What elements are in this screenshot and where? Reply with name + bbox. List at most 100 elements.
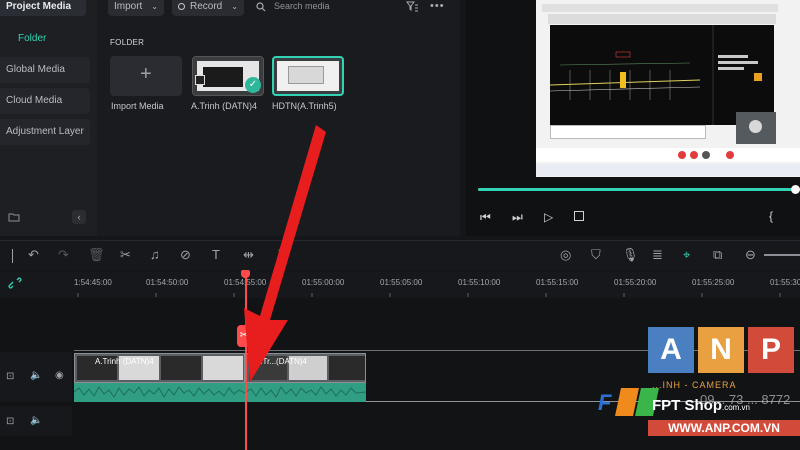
folder-section-label: FOLDER xyxy=(110,38,145,47)
window-titlebar xyxy=(542,4,778,12)
media-caption-atrinh-datn4: A.Trinh (DATN)4 xyxy=(191,101,258,111)
playback-scrubber-handle[interactable] xyxy=(791,185,800,194)
render-icon[interactable]: ◎ xyxy=(560,247,571,263)
text-icon[interactable]: T xyxy=(212,247,220,262)
play-icon[interactable]: ▷ xyxy=(544,210,553,224)
annotation-arrow xyxy=(244,125,326,382)
end-call-icon xyxy=(726,151,734,159)
sidebar-item-global-media[interactable]: Global Media xyxy=(0,57,90,83)
ruler-tick-label: 01:54:50:00 xyxy=(146,278,189,287)
logo-letter-p: P xyxy=(748,327,794,373)
split-scissors-icon[interactable]: ✂ xyxy=(120,247,131,263)
zoom-out-icon[interactable]: ⊖ xyxy=(745,247,756,263)
track-lock-icon[interactable]: ⊡ xyxy=(6,416,14,427)
video-clip-icon xyxy=(195,75,205,85)
collapse-sidebar-button[interactable]: ‹ xyxy=(72,210,86,224)
sidebar-item-adjustment-layer[interactable]: Adjustment Layer xyxy=(0,119,90,145)
watermark-website: WWW.ANP.COM.VN xyxy=(648,420,800,436)
thumbnail-cad-view xyxy=(203,67,243,87)
camera-off-icon xyxy=(690,151,698,159)
ruler-tick-label: 01:55:15:00 xyxy=(536,278,579,287)
plus-icon: + xyxy=(140,63,152,85)
watermark-tagline: ...INH - CAMERA xyxy=(652,380,737,390)
os-taskbar xyxy=(536,164,800,176)
media-sidebar: Project Media Folder Global Media Cloud … xyxy=(0,0,97,236)
track-speaker-icon[interactable]: 🔈 xyxy=(30,415,42,426)
logo-letter-a: A xyxy=(648,327,694,373)
microphone-icon[interactable]: 🎙 xyxy=(622,247,639,263)
check-icon: ✓ xyxy=(245,77,261,93)
anp-logo: A N P xyxy=(648,327,800,375)
video-clip-left[interactable]: A.Trinh (DATN)4 xyxy=(74,353,245,383)
snap-icon[interactable]: ⌖ xyxy=(683,247,690,263)
fpt-logo: F xyxy=(598,386,659,416)
import-media-caption: Import Media xyxy=(111,101,164,111)
redo-icon[interactable]: ↷ xyxy=(58,247,69,263)
media-caption-hdtn-atrinh5: HDTN(A.Trinh5) xyxy=(272,101,337,111)
previous-frame-icon[interactable]: ⏮ xyxy=(480,210,491,225)
preview-video-frame[interactable] xyxy=(536,0,800,177)
new-folder-icon[interactable] xyxy=(8,212,20,222)
thumbnail-window xyxy=(288,66,324,84)
chevron-down-icon: ⌄ xyxy=(231,2,238,11)
fpt-letter-f: F xyxy=(598,390,612,415)
ruler-tick-label: 01:55:10:00 xyxy=(458,278,501,287)
clip-frame xyxy=(329,356,365,380)
undo-icon[interactable]: ↶ xyxy=(28,247,39,263)
zoom-slider[interactable] xyxy=(764,254,800,256)
search-media-field[interactable]: Search media xyxy=(255,0,395,14)
marker-icon[interactable]: ⛉ xyxy=(591,247,601,263)
watermark-phone: 09... 73 ... 8772 xyxy=(700,392,791,407)
player-preview-panel: ⏮ ⏭ ▷ { xyxy=(466,0,800,236)
media-thumbnail-hdtn-atrinh5[interactable] xyxy=(272,56,344,96)
play-frame-icon[interactable]: ⏭ xyxy=(512,210,523,225)
cad-toolbar xyxy=(548,14,776,24)
detach-icon[interactable]: ⧉ xyxy=(713,247,722,263)
sidebar-item-cloud-media[interactable]: Cloud Media xyxy=(0,88,90,114)
link-icon[interactable] xyxy=(8,277,22,289)
record-label: Record xyxy=(190,1,223,12)
track-speaker-icon[interactable]: 🔈 xyxy=(30,370,42,381)
ruler-ticks xyxy=(77,293,781,297)
media-thumbnail-atrinh-datn4[interactable]: ✓ xyxy=(192,56,264,96)
command-line xyxy=(550,125,706,139)
clip-frame xyxy=(161,356,201,380)
search-icon xyxy=(256,2,266,12)
brace-icon[interactable]: { xyxy=(769,209,773,223)
search-placeholder: Search media xyxy=(274,1,330,11)
import-label: Import xyxy=(114,1,143,12)
track-lock-icon[interactable]: ⊡ xyxy=(6,371,14,382)
ruler-tick-label: 01:55:05:00 xyxy=(380,278,423,287)
toolbar-separator xyxy=(12,249,13,263)
filter-icon[interactable] xyxy=(406,1,418,12)
waveform xyxy=(73,386,246,398)
meeting-controls-bar xyxy=(536,148,800,162)
import-dropdown[interactable]: Import ⌄ xyxy=(108,0,164,16)
ruler-tick-label: 01:55:30 xyxy=(770,278,800,287)
track-visibility-icon[interactable]: ◉ xyxy=(55,370,64,381)
ruler-tick-label: 01:55:25:00 xyxy=(692,278,735,287)
delete-icon[interactable]: 🗑 xyxy=(88,247,105,263)
playback-progress-fill xyxy=(478,188,794,191)
cad-drawing-area xyxy=(550,25,774,125)
chevron-down-icon: ⌄ xyxy=(151,2,158,11)
mic-off-icon xyxy=(678,151,686,159)
voiceover-list-icon[interactable]: ≣ xyxy=(652,247,663,263)
tag-icon[interactable]: ⊘ xyxy=(180,247,191,263)
ruler-tick-label: 1:54:45:00 xyxy=(74,278,112,287)
audio-waveform-left[interactable] xyxy=(73,383,246,402)
audio-icon[interactable]: ♫ xyxy=(150,247,160,262)
sidebar-header-project-media[interactable]: Project Media xyxy=(0,0,86,16)
more-options-icon[interactable]: ••• xyxy=(430,0,445,12)
stop-icon[interactable] xyxy=(574,211,584,221)
participant-video xyxy=(736,112,776,144)
ruler-tick-label: 01:55:20:00 xyxy=(614,278,657,287)
record-dropdown[interactable]: Record ⌄ xyxy=(172,0,244,16)
participant-avatar xyxy=(749,120,762,133)
record-icon xyxy=(178,3,185,10)
share-icon xyxy=(702,151,710,159)
logo-letter-n: N xyxy=(698,327,744,373)
clip-label: A.Trinh (DATN)4 xyxy=(95,357,154,366)
import-media-tile[interactable]: + xyxy=(110,56,182,96)
sidebar-item-folder[interactable]: Folder xyxy=(0,26,90,52)
